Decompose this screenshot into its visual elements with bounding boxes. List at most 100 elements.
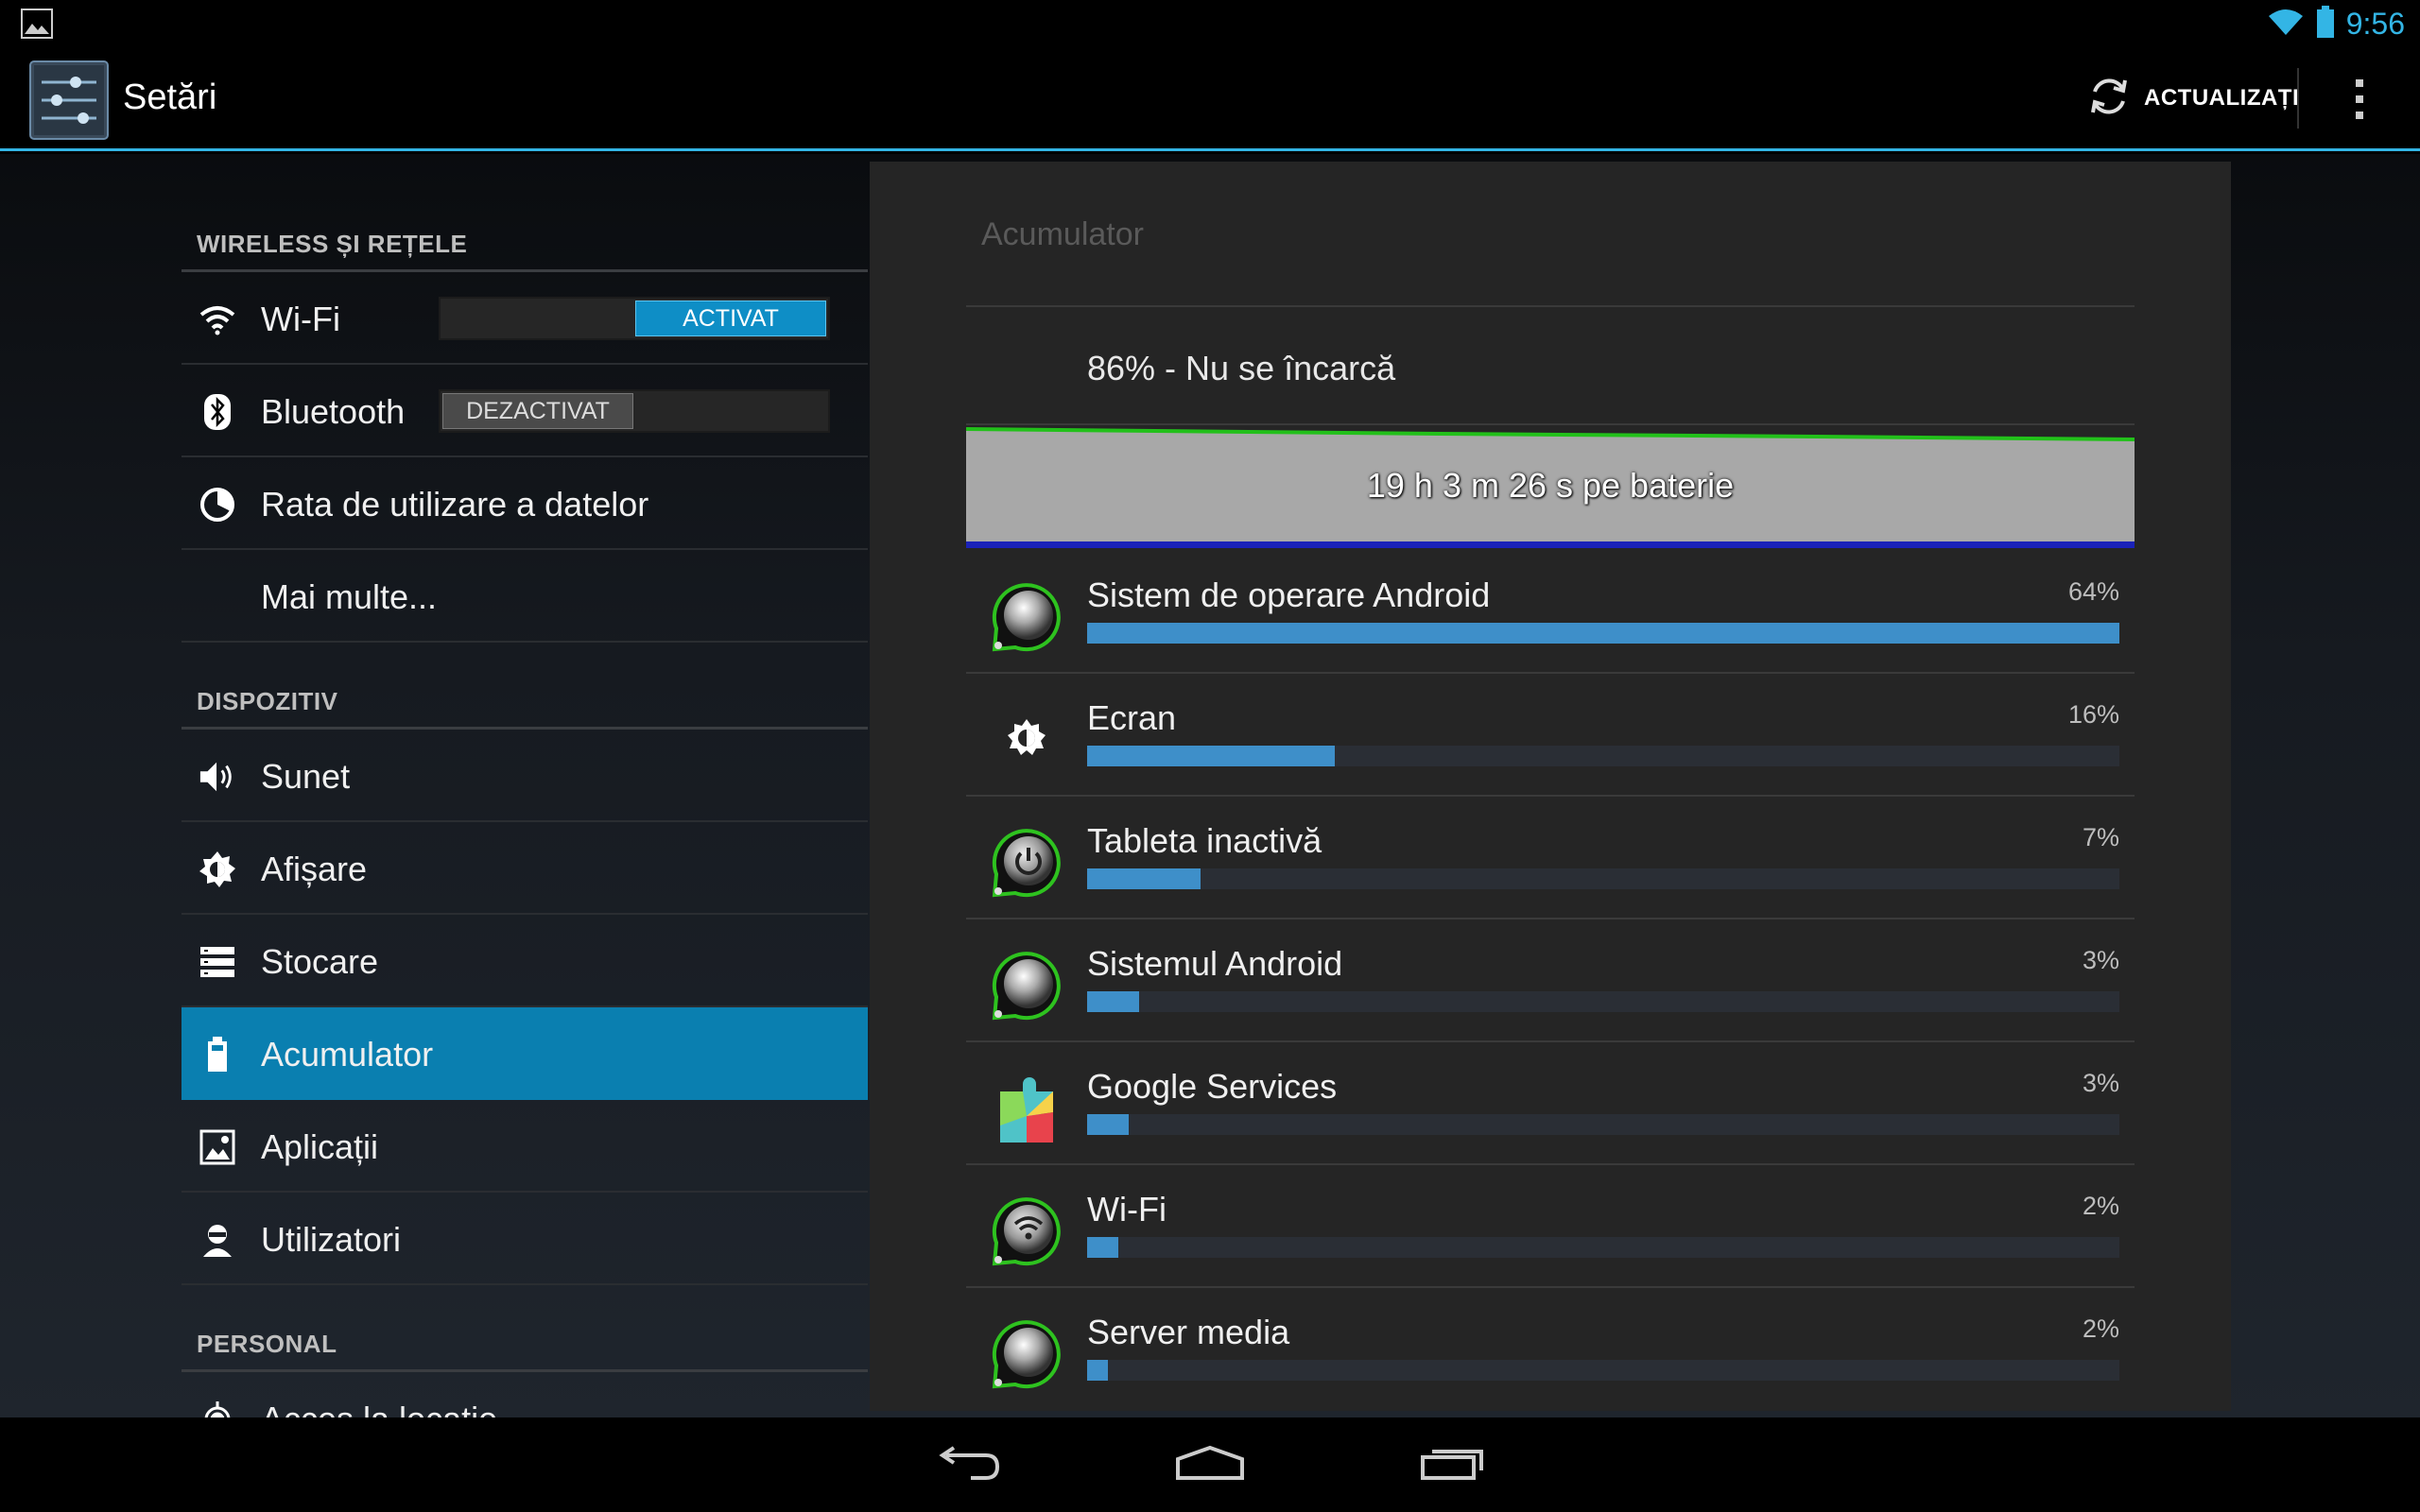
usage-app-name: Tableta inactivă [1087, 821, 1322, 860]
home-icon [1174, 1444, 1246, 1486]
location-icon [199, 1400, 236, 1418]
recent-apps-button[interactable] [1410, 1438, 1495, 1491]
nav-item-more[interactable]: Mai multe... [182, 550, 868, 643]
nav-item-storage[interactable]: Stocare [182, 915, 868, 1007]
recent-apps-icon [1419, 1444, 1487, 1486]
settings-nav: WIRELESS ȘI REȚELE Wi-Fi ACTIVAT Bluetoo… [182, 154, 868, 1418]
usage-bar-fill [1087, 623, 2119, 644]
battery-icon [2316, 5, 2335, 43]
usage-bar-fill [1087, 868, 1201, 889]
brightness-icon [987, 700, 1066, 780]
google-services-icon [987, 1069, 1066, 1148]
usage-bar-fill [1087, 1114, 1129, 1135]
nav-item-location[interactable]: Acces la locație [182, 1372, 868, 1418]
usage-percent: 2% [2082, 1314, 2119, 1343]
user-icon [199, 1221, 236, 1259]
refresh-button[interactable]: ACTUALIZAȚI [2087, 70, 2299, 127]
usage-percent: 7% [2082, 823, 2119, 851]
usage-row-google-services[interactable]: Google Services 3% [966, 1042, 2135, 1165]
action-bar-divider [2297, 68, 2299, 129]
battery-panel: Acumulator 86% - Nu se încarcă 19 h 3 m … [870, 162, 2231, 1411]
home-button[interactable] [1167, 1438, 1253, 1491]
usage-app-name: Ecran [1087, 698, 1177, 737]
nav-item-label: Aplicații [261, 1127, 379, 1166]
overflow-menu-button[interactable] [2335, 68, 2384, 130]
usage-bar-fill [1087, 1237, 1118, 1258]
battery-status: 86% - Nu se încarcă [1087, 349, 1396, 387]
power-icon [987, 823, 1066, 902]
nav-item-data-usage[interactable]: Rata de utilizare a datelor [182, 457, 868, 550]
back-button[interactable] [925, 1438, 1010, 1491]
action-bar: Setări ACTUALIZAȚI [0, 47, 2420, 151]
usage-bar [1087, 868, 2119, 889]
brightness-icon [199, 850, 236, 888]
action-bar-title: Setări [123, 77, 217, 117]
overflow-dot [2356, 95, 2363, 103]
wifi-icon [987, 1192, 1066, 1271]
usage-bar [1087, 1114, 2119, 1135]
settings-app-icon[interactable] [28, 60, 110, 141]
usage-percent: 2% [2082, 1192, 2119, 1220]
nav-item-users[interactable]: Utilizatori [182, 1193, 868, 1285]
nav-item-label: Rata de utilizare a datelor [261, 485, 649, 524]
overflow-dot [2356, 112, 2363, 119]
android-system-icon [987, 946, 1066, 1025]
usage-bar [1087, 1360, 2119, 1381]
bluetooth-toggle-state: DEZACTIVAT [442, 393, 633, 429]
data-usage-icon [199, 486, 236, 524]
graph-duration-label: 19 h 3 m 26 s pe baterie [1366, 466, 1735, 505]
usage-bar-fill [1087, 991, 1139, 1012]
speaker-icon [199, 758, 236, 796]
usage-row-android-os[interactable]: Sistem de operare Android 64% [966, 551, 2135, 674]
nav-item-label: Acumulator [261, 1035, 434, 1074]
system-navigation-bar [0, 1418, 2420, 1512]
nav-item-wifi[interactable]: Wi-Fi ACTIVAT [182, 272, 868, 365]
usage-percent: 16% [2067, 700, 2119, 729]
nav-item-battery[interactable]: Acumulator [182, 1007, 868, 1100]
usage-row-media-server[interactable]: Server media 2% [966, 1288, 2135, 1411]
usage-row-screen[interactable]: Ecran 16% [966, 674, 2135, 797]
usage-app-name: Server media [1087, 1313, 1290, 1351]
section-header-device: DISPOZITIV [182, 643, 868, 730]
usage-row-android-system[interactable]: Sistemul Android 3% [966, 919, 2135, 1042]
graph-wifi-band [966, 541, 2135, 548]
section-header-personal: PERSONAL [182, 1285, 868, 1372]
content-area: WIRELESS ȘI REȚELE Wi-Fi ACTIVAT Bluetoo… [0, 154, 2420, 1418]
divider [966, 423, 2135, 425]
usage-row-tablet-idle[interactable]: Tableta inactivă 7% [966, 797, 2135, 919]
overflow-dot [2356, 79, 2363, 87]
nav-item-label: Stocare [261, 942, 379, 981]
screenshot-notification-icon [21, 9, 53, 39]
usage-bar-fill [1087, 746, 1336, 766]
usage-row-wifi[interactable]: Wi-Fi 2% [966, 1165, 2135, 1288]
usage-bar [1087, 991, 2119, 1012]
nav-item-label: Afișare [261, 850, 368, 888]
status-bar: 9:56 [0, 0, 2420, 47]
back-icon [933, 1444, 1001, 1486]
wifi-signal-icon [2267, 7, 2305, 42]
usage-bar [1087, 623, 2119, 644]
nav-item-label: Sunet [261, 757, 351, 796]
usage-bar [1087, 746, 2119, 766]
usage-bar [1087, 1237, 2119, 1258]
media-server-icon [987, 1314, 1066, 1394]
android-os-icon [987, 577, 1066, 657]
nav-item-bluetooth[interactable]: Bluetooth DEZACTIVAT [182, 365, 868, 457]
battery-history-graph[interactable]: 19 h 3 m 26 s pe baterie [966, 426, 2135, 541]
apps-icon [199, 1128, 236, 1166]
wifi-toggle[interactable]: ACTIVAT [439, 297, 830, 340]
usage-app-name: Sistem de operare Android [1087, 576, 1491, 614]
wifi-toggle-state: ACTIVAT [635, 301, 826, 336]
nav-item-label: Acces la locație [261, 1400, 497, 1418]
nav-item-label: Bluetooth [261, 392, 406, 431]
bluetooth-toggle[interactable]: DEZACTIVAT [439, 389, 830, 433]
battery-usage-list: Sistem de operare Android 64% Ecran 16% [966, 551, 2135, 1411]
usage-percent: 3% [2082, 1069, 2119, 1097]
usage-app-name: Sistemul Android [1087, 944, 1343, 983]
nav-item-apps[interactable]: Aplicații [182, 1100, 868, 1193]
status-clock: 9:56 [2345, 6, 2405, 41]
nav-item-display[interactable]: Afișare [182, 822, 868, 915]
nav-item-sound[interactable]: Sunet [182, 730, 868, 822]
nav-item-label: Mai multe... [261, 577, 438, 616]
section-header-wireless: WIRELESS ȘI REȚELE [182, 154, 868, 272]
